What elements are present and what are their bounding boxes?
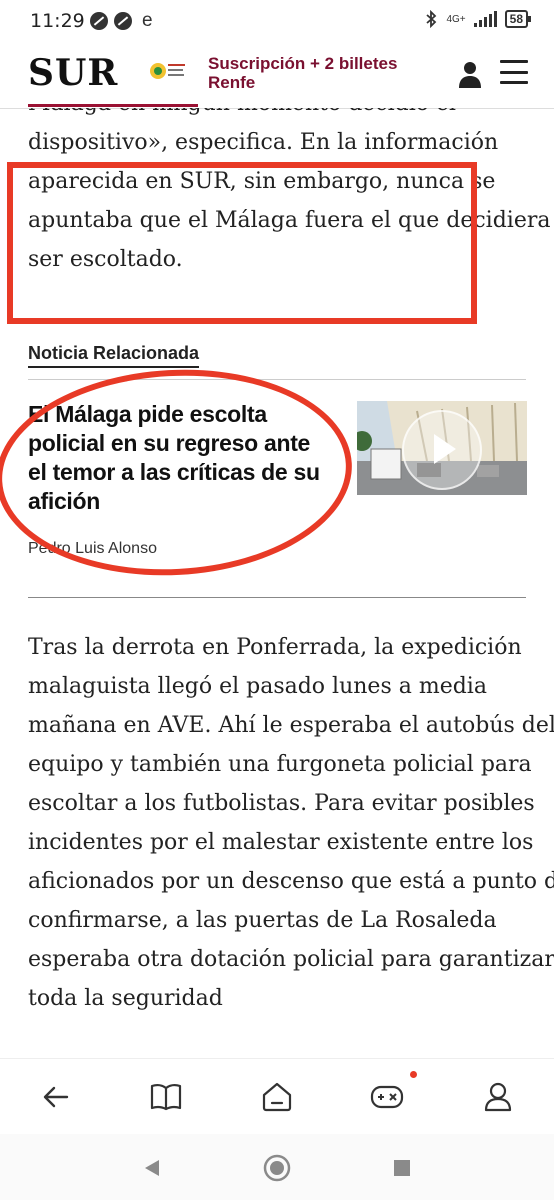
system-recents-icon[interactable]: [388, 1154, 416, 1182]
hamburger-menu-icon[interactable]: [500, 60, 528, 84]
battery-icon: 58: [504, 10, 532, 28]
site-header: SUR Suscripción + 2 billetes Renfe: [0, 42, 554, 109]
book-icon[interactable]: [146, 1077, 186, 1117]
logo-underline: [28, 104, 198, 107]
promo-line-2: Renfe: [208, 73, 256, 92]
notification-icon: [90, 12, 108, 30]
promo-line-1: Suscripción + 2 billetes: [208, 54, 398, 73]
red-circle-annotation: [0, 360, 358, 585]
notification-icon: [114, 12, 132, 30]
status-bar: 11:29 e 4G+ 58: [0, 0, 554, 42]
related-news-video-thumbnail[interactable]: [357, 401, 527, 495]
subscription-promo-link[interactable]: Suscripción + 2 billetes Renfe: [208, 54, 397, 92]
play-icon[interactable]: [402, 410, 482, 490]
sur-logo[interactable]: SUR: [28, 52, 118, 94]
signal-icon: [473, 11, 497, 27]
system-navigation-bar: [0, 1134, 554, 1200]
section-divider: [28, 597, 526, 598]
browser-bottom-bar: [0, 1058, 554, 1135]
bluetooth-icon: [426, 10, 437, 28]
status-right: 4G+ 58: [424, 10, 532, 28]
status-time: 11:29: [30, 10, 85, 32]
back-arrow-icon[interactable]: [36, 1077, 76, 1117]
red-box-annotation: [7, 162, 477, 324]
article-body: Málaga en ningún momento decidió el disp…: [0, 108, 554, 1058]
home-icon[interactable]: [257, 1077, 297, 1117]
article-paragraph: Tras la derrota en Ponferrada, la expedi…: [28, 635, 554, 1011]
profile-icon[interactable]: [478, 1077, 518, 1117]
sponsor-badge-icon: [150, 63, 185, 79]
network-type: 4G+: [446, 13, 466, 25]
notification-dot: [410, 1071, 417, 1078]
system-back-icon[interactable]: [138, 1154, 166, 1182]
related-news-label: Noticia Relacionada: [28, 343, 200, 368]
system-home-icon[interactable]: [263, 1154, 291, 1182]
user-account-icon[interactable]: [458, 60, 482, 88]
notification-e-icon: e: [142, 10, 153, 31]
status-notification-icons: e: [90, 10, 153, 32]
game-controller-icon[interactable]: [367, 1077, 407, 1117]
